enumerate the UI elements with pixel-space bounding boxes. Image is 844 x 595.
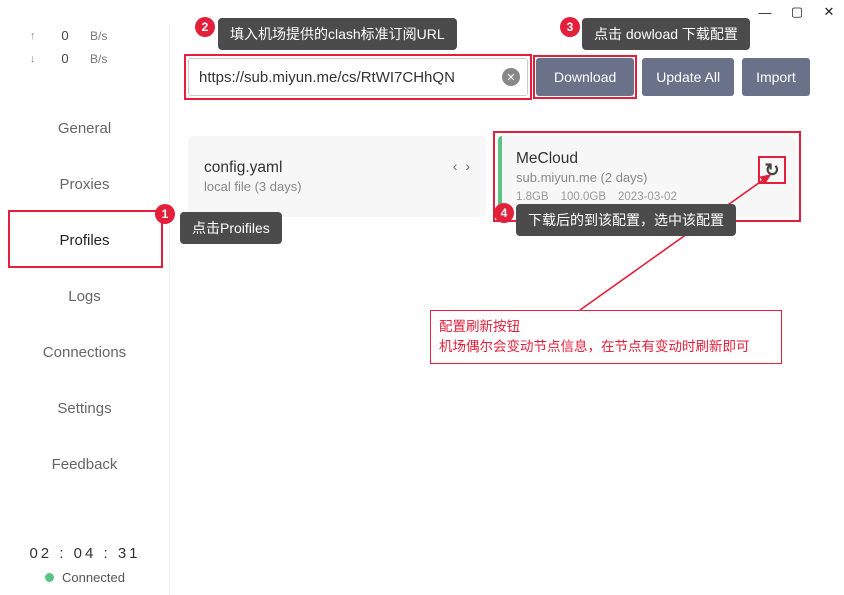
remote-meta: 1.8GB 100.0GB 2023-03-02 — [516, 191, 677, 203]
step-badge-3: 3 — [560, 17, 580, 37]
profile-card-local[interactable]: config.yaml local file (3 days) ‹ › — [188, 136, 486, 217]
annotation-1: 点击Proifiles — [180, 212, 282, 244]
remote-title: MeCloud — [516, 150, 677, 168]
sidebar: ↑ 0 B/s ↓ 0 B/s General Proxies Profiles… — [0, 24, 170, 595]
clock: 02 : 04 : 31 — [0, 545, 170, 562]
nav-feedback[interactable]: Feedback — [0, 436, 169, 492]
step-badge-2: 2 — [195, 17, 215, 37]
annotation-3: 点击 dowload 下载配置 — [582, 18, 750, 50]
update-all-button[interactable]: Update All — [642, 58, 734, 96]
local-title: config.yaml — [204, 159, 302, 177]
step-badge-4: 4 — [494, 203, 514, 223]
remote-sub: sub.miyun.me (2 days) — [516, 170, 677, 185]
url-field-wrap: ✕ — [188, 58, 528, 96]
topbar: ✕ Download Update All Import — [188, 58, 826, 96]
refresh-profile-icon[interactable]: ↻ — [758, 156, 786, 184]
nav-logs[interactable]: Logs — [0, 268, 169, 324]
status-dot-icon — [45, 573, 54, 582]
connection-status: Connected — [0, 570, 170, 585]
annotation-4: 下载后的到该配置，选中该配置 — [516, 204, 736, 236]
subscription-url-input[interactable] — [188, 58, 528, 96]
clear-input-icon[interactable]: ✕ — [502, 68, 520, 86]
remote-date: 2023-03-02 — [618, 191, 677, 203]
step-badge-1: 1 — [155, 204, 175, 224]
connection-label: Connected — [62, 570, 125, 585]
import-button[interactable]: Import — [742, 58, 810, 96]
window-minimize-icon[interactable]: — — [758, 5, 772, 19]
download-value: 0 — [50, 51, 80, 66]
download-label: Download — [554, 69, 616, 85]
upload-unit: B/s — [90, 29, 107, 43]
window-close-icon[interactable]: ✕ — [822, 5, 836, 19]
nav: General Proxies Profiles Logs Connection… — [0, 100, 169, 492]
note-box: 配置刷新按钮 机场偶尔会变动节点信息，在节点有变动时刷新即可 — [430, 310, 782, 364]
status-block: 02 : 04 : 31 Connected — [0, 545, 170, 585]
note-line-1: 配置刷新按钮 — [439, 317, 773, 337]
upload-speed: ↑ 0 B/s — [0, 24, 169, 47]
nav-settings[interactable]: Settings — [0, 380, 169, 436]
nav-profiles[interactable]: Profiles — [0, 212, 169, 268]
remote-total: 100.0GB — [561, 191, 606, 203]
remote-used: 1.8GB — [516, 191, 549, 203]
download-speed: ↓ 0 B/s — [0, 47, 169, 70]
note-line-2: 机场偶尔会变动节点信息，在节点有变动时刷新即可 — [439, 337, 773, 357]
local-sub: local file (3 days) — [204, 179, 302, 194]
annotation-2: 填入机场提供的clash标准订阅URL — [218, 18, 457, 50]
nav-connections[interactable]: Connections — [0, 324, 169, 380]
arrow-down-icon: ↓ — [30, 53, 50, 65]
window-maximize-icon[interactable]: ▢ — [790, 5, 804, 19]
nav-proxies[interactable]: Proxies — [0, 156, 169, 212]
arrow-up-icon: ↑ — [30, 30, 50, 42]
nav-general[interactable]: General — [0, 100, 169, 156]
download-button[interactable]: Download — [536, 58, 634, 96]
upload-value: 0 — [50, 28, 80, 43]
download-unit: B/s — [90, 52, 107, 66]
drag-handle-icon[interactable]: ‹ › — [453, 158, 472, 174]
